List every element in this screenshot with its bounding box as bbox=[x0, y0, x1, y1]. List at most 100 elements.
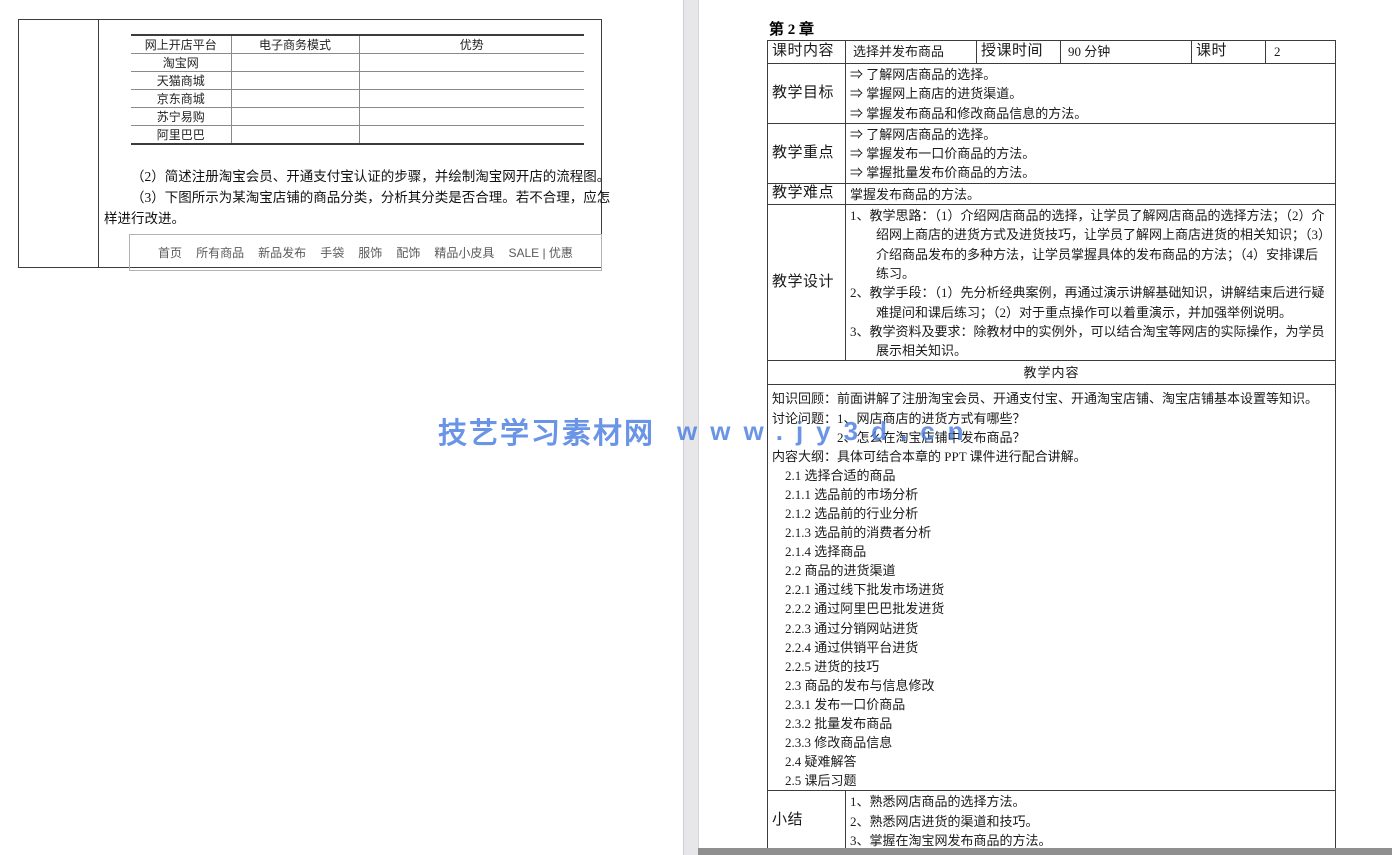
summary-cell: 1、熟悉网店商品的选择方法。2、熟悉网店进货的渠道和技巧。3、掌握在淘宝网发布商… bbox=[846, 791, 1336, 851]
outline-item: 2.3 商品的发布与信息修改 bbox=[785, 676, 1325, 695]
objective-item: ⇒ 掌握发布商品和修改商品信息的方法。 bbox=[850, 104, 1325, 123]
design-row: 教学设计 1、教学思路：（1）介绍网店商品的选择，让学员了解网店商品的选择方法；… bbox=[768, 205, 1336, 361]
design-item-number: 3、 bbox=[850, 324, 870, 339]
shop-nav-item: 配饰 bbox=[396, 244, 420, 261]
design-label: 教学设计 bbox=[768, 205, 846, 361]
content-outline: 2.1 选择合适的商品2.1.1 选品前的市场分析2.1.2 选品前的行业分析2… bbox=[772, 466, 1325, 791]
key-point-item: ⇒ 掌握发布一口价商品的方法。 bbox=[850, 144, 1325, 163]
empty-cell bbox=[231, 72, 359, 90]
outline-item: 2.2.4 通过供销平台进货 bbox=[785, 638, 1325, 657]
empty-cell bbox=[231, 126, 359, 145]
design-item-number: 2、 bbox=[850, 285, 870, 300]
empty-cell bbox=[359, 108, 584, 126]
lesson-table-fragment: 网上开店平台电子商务模式优势 淘宝网 天猫商城 京东商城 苏宁易购 bbox=[18, 19, 602, 268]
outline-item: 2.2.5 进货的技巧 bbox=[785, 657, 1325, 676]
shop-nav-item: 手袋 bbox=[320, 244, 344, 261]
difficulty-row: 教学难点 掌握发布商品的方法。 bbox=[768, 183, 1336, 204]
discussion-question-2: 2、怎么在淘宝店铺中发布商品？ bbox=[837, 428, 1325, 447]
outline-item: 2.5 课后习题 bbox=[785, 771, 1325, 790]
teaching-time-label: 授课时间 bbox=[977, 41, 1061, 64]
design-item: 3、教学资料及要求：除教材中的实例外，可以结合淘宝等网店的实际操作，为学员展示相… bbox=[850, 322, 1325, 361]
platform-table-row: 阿里巴巴 bbox=[131, 126, 584, 145]
discussion-question-1: 讨论问题：1、网店商店的进货方式有哪些？ bbox=[772, 409, 1325, 428]
platform-table-row: 天猫商城 bbox=[131, 72, 584, 90]
outline-item: 2.2 商品的进货渠道 bbox=[785, 561, 1325, 580]
summary-item: 1、熟悉网店商品的选择方法。 bbox=[850, 792, 1325, 811]
objective-item: ⇒ 了解网店商品的选择。 bbox=[850, 65, 1325, 84]
outline-item: 2.3.3 修改商品信息 bbox=[785, 733, 1325, 752]
design-cell: 1、教学思路：（1）介绍网店商品的选择，让学员了解网店商品的选择方法；（2）介绍… bbox=[846, 205, 1336, 361]
table-column-divider bbox=[98, 20, 99, 267]
objective-item: ⇒ 掌握网上商店的进货渠道。 bbox=[850, 84, 1325, 103]
outline-item: 2.4 疑难解答 bbox=[785, 752, 1325, 771]
shop-nav-item: 精品小皮具 bbox=[434, 244, 494, 261]
summary-item: 2、熟悉网店进货的渠道和技巧。 bbox=[850, 812, 1325, 831]
outline-item: 2.2.3 通过分销网站进货 bbox=[785, 619, 1325, 638]
shop-nav-item: 新品发布 bbox=[258, 244, 306, 261]
content-cell: 知识回顾：前面讲解了注册淘宝会员、开通支付宝、开通淘宝店铺、淘宝店铺基本设置等知… bbox=[768, 385, 1336, 791]
platform-name-cell: 阿里巴巴 bbox=[131, 126, 231, 145]
platform-name-cell: 京东商城 bbox=[131, 90, 231, 108]
platform-table-header-cell: 网上开店平台 bbox=[131, 35, 231, 54]
outline-item: 2.1 选择合适的商品 bbox=[785, 466, 1325, 485]
outline-item: 2.1.4 选择商品 bbox=[785, 542, 1325, 561]
empty-cell bbox=[231, 54, 359, 72]
key-points-label: 教学重点 bbox=[768, 123, 846, 183]
design-item: 2、教学手段：（1）先分析经典案例，再通过演示讲解基础知识，讲解结束后进行疑难提… bbox=[850, 283, 1325, 322]
empty-cell bbox=[359, 90, 584, 108]
key-point-item: ⇒ 了解网店商品的选择。 bbox=[850, 125, 1325, 144]
key-points-row: 教学重点 ⇒ 了解网店商品的选择。⇒ 掌握发布一口价商品的方法。⇒ 掌握批量发布… bbox=[768, 123, 1336, 183]
chapter-title: 第 2 章 bbox=[769, 18, 814, 39]
empty-cell bbox=[359, 72, 584, 90]
platform-table-row: 淘宝网 bbox=[131, 54, 584, 72]
key-points-cell: ⇒ 了解网店商品的选择。⇒ 掌握发布一口价商品的方法。⇒ 掌握批量发布价商品的方… bbox=[846, 123, 1336, 183]
key-point-item: ⇒ 掌握批量发布价商品的方法。 bbox=[850, 163, 1325, 182]
design-item: 1、教学思路：（1）介绍网店商品的选择，让学员了解网店商品的选择方法；（2）介绍… bbox=[850, 206, 1325, 283]
difficulty-label: 教学难点 bbox=[768, 183, 846, 204]
knowledge-review: 知识回顾：前面讲解了注册淘宝会员、开通支付宝、开通淘宝店铺、淘宝店铺基本设置等知… bbox=[772, 389, 1325, 408]
platform-table-header-cell: 电子商务模式 bbox=[231, 35, 359, 54]
platform-name-cell: 淘宝网 bbox=[131, 54, 231, 72]
platform-name-cell: 天猫商城 bbox=[131, 72, 231, 90]
summary-row: 小结 1、熟悉网店商品的选择方法。2、熟悉网店进货的渠道和技巧。3、掌握在淘宝网… bbox=[768, 791, 1336, 851]
objectives-row: 教学目标 ⇒ 了解网店商品的选择。⇒ 掌握网上商店的进货渠道。⇒ 掌握发布商品和… bbox=[768, 64, 1336, 124]
class-hours-label: 课时 bbox=[1192, 41, 1266, 64]
shop-nav-item: SALE | 优惠 bbox=[508, 244, 572, 261]
page-bottom-shadow bbox=[698, 848, 1392, 855]
platform-name-cell: 苏宁易购 bbox=[131, 108, 231, 126]
exercise-questions: （2）简述注册淘宝会员、开通支付宝认证的步骤，并绘制淘宝网开店的流程图。 （3）… bbox=[104, 166, 611, 229]
design-item-number: 1、 bbox=[850, 208, 870, 223]
teaching-time-value: 90 分钟 bbox=[1061, 41, 1192, 64]
platform-table: 网上开店平台电子商务模式优势 淘宝网 天猫商城 京东商城 苏宁易购 bbox=[131, 34, 584, 145]
content-banner: 教学内容 bbox=[768, 361, 1336, 385]
shop-nav-item: 首页 bbox=[158, 244, 182, 261]
lesson-plan-table: 课时内容 选择并发布商品 授课时间 90 分钟 课时 2 教学目标 ⇒ 了解网店… bbox=[767, 40, 1336, 851]
shop-nav-item: 服饰 bbox=[358, 244, 382, 261]
outline-item: 2.1.1 选品前的市场分析 bbox=[785, 485, 1325, 504]
content-banner-row: 教学内容 bbox=[768, 361, 1336, 385]
outline-item: 2.2.1 通过线下批发市场进货 bbox=[785, 580, 1325, 599]
outline-item: 2.3.1 发布一口价商品 bbox=[785, 695, 1325, 714]
design-item-text: 教学手段：（1）先分析经典案例，再通过演示讲解基础知识，讲解结束后进行疑难提问和… bbox=[870, 285, 1325, 319]
question-2: （2）简述注册淘宝会员、开通支付宝认证的步骤，并绘制淘宝网开店的流程图。 bbox=[104, 166, 611, 187]
objectives-cell: ⇒ 了解网店商品的选择。⇒ 掌握网上商店的进货渠道。⇒ 掌握发布商品和修改商品信… bbox=[846, 64, 1336, 124]
outline-item: 2.2.2 通过阿里巴巴批发进货 bbox=[785, 599, 1325, 618]
empty-cell bbox=[231, 108, 359, 126]
objectives-label: 教学目标 bbox=[768, 64, 846, 124]
platform-table-header-cell: 优势 bbox=[359, 35, 584, 54]
outline-intro: 内容大纲：具体可结合本章的 PPT 课件进行配合讲解。 bbox=[772, 447, 1325, 466]
empty-cell bbox=[359, 126, 584, 145]
question-3: （3）下图所示为某淘宝店铺的商品分类，分析其分类是否合理。若不合理，应怎样进行改… bbox=[104, 187, 611, 229]
lesson-info-row: 课时内容 选择并发布商品 授课时间 90 分钟 课时 2 bbox=[768, 41, 1336, 64]
platform-table-header-row: 网上开店平台电子商务模式优势 bbox=[131, 35, 584, 54]
design-item-text: 教学思路：（1）介绍网店商品的选择，让学员了解网店商品的选择方法；（2）介绍网上… bbox=[870, 208, 1325, 281]
document-page-right: 第 2 章 课时内容 选择并发布商品 授课时间 90 分钟 课时 2 教学目标 … bbox=[698, 0, 1392, 848]
class-hours-value: 2 bbox=[1266, 41, 1336, 64]
lesson-content-label: 课时内容 bbox=[768, 41, 846, 64]
difficulty-cell: 掌握发布商品的方法。 bbox=[846, 183, 1336, 204]
empty-cell bbox=[359, 54, 584, 72]
outline-item: 2.1.3 选品前的消费者分析 bbox=[785, 523, 1325, 542]
content-row: 知识回顾：前面讲解了注册淘宝会员、开通支付宝、开通淘宝店铺、淘宝店铺基本设置等知… bbox=[768, 385, 1336, 791]
platform-table-row: 京东商城 bbox=[131, 90, 584, 108]
lesson-name-value: 选择并发布商品 bbox=[846, 41, 977, 64]
